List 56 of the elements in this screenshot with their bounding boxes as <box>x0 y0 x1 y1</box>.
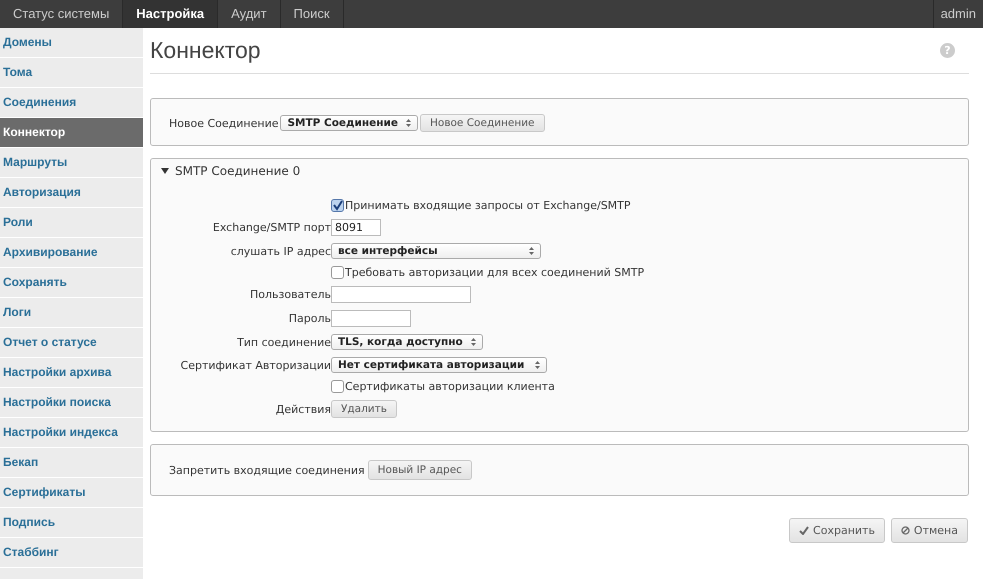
page-title: Коннектор <box>150 37 261 64</box>
field-label: Сертификат Авторизации <box>180 358 331 372</box>
dropdown[interactable]: TLS, когда доступно <box>331 334 483 350</box>
sidebar-item[interactable]: Бекап <box>0 448 143 478</box>
sidebar-item[interactable]: Настройки поиска <box>0 388 143 418</box>
sidebar-item[interactable]: Архивирование <box>0 238 143 268</box>
sidebar-item[interactable]: Подпись <box>0 508 143 538</box>
nav-tab[interactable]: Поиск <box>280 0 344 28</box>
sidebar-item[interactable]: Роли <box>0 208 143 238</box>
checkbox[interactable] <box>331 199 344 212</box>
nav-tab[interactable]: Настройка <box>123 0 218 28</box>
field-label: Тип соединение <box>237 336 331 348</box>
section-header[interactable]: SMTP Соединение 0 <box>151 159 968 183</box>
field-label: Действия <box>276 402 331 416</box>
input-field[interactable] <box>331 286 471 303</box>
sidebar-item[interactable]: Стаббинг <box>0 538 143 568</box>
dropdown[interactable]: все интерфейсы <box>331 243 541 259</box>
sidebar-item[interactable]: Маршруты <box>0 148 143 178</box>
dropdown[interactable]: Нет сертификата авторизации <box>331 357 547 373</box>
sidebar-item[interactable]: Логи <box>0 298 143 328</box>
checkbox[interactable] <box>331 266 344 279</box>
checkbox-label: Сертификаты авторизации клиента <box>345 380 555 393</box>
nav-tab[interactable]: Аудит <box>218 0 281 28</box>
sidebar-item[interactable]: Домены <box>0 28 143 58</box>
field-label: Пароль <box>288 312 331 325</box>
sidebar-item[interactable]: Настройки индекса <box>0 418 143 448</box>
sidebar-item[interactable]: Отчет о статусе <box>0 328 143 358</box>
checkbox-label: Требовать авторизации для всех соединений SMTP <box>345 266 644 279</box>
sort-arrows-icon <box>535 361 540 369</box>
dropdown[interactable]: SMTP Соединение <box>280 115 418 131</box>
input-field[interactable]: 8091 <box>331 219 381 236</box>
new-ip-button[interactable]: Новый IP адрес <box>368 460 472 480</box>
sidebar-item[interactable]: Тома <box>0 58 143 88</box>
checkbox[interactable] <box>331 380 344 393</box>
checkbox-label: Принимать входящие запросы от Exchange/SMTP <box>345 199 631 212</box>
field-label: слушать IP адрес <box>230 244 331 258</box>
input-field[interactable] <box>331 310 411 327</box>
delete-button[interactable]: Удалить <box>331 400 397 418</box>
sidebar-item[interactable]: Коннектор <box>0 118 143 148</box>
field-label: Новое Соединение <box>169 116 278 130</box>
sidebar-item[interactable]: Сохранять <box>0 268 143 298</box>
sort-arrows-icon <box>406 119 411 127</box>
cancel-icon <box>900 526 910 535</box>
sidebar-item[interactable]: Настройки архива <box>0 358 143 388</box>
check-icon <box>799 526 810 535</box>
new-connection-button[interactable]: Новое Соединение <box>420 114 545 132</box>
sort-arrows-icon <box>470 338 476 346</box>
sidebar-item[interactable]: Сертификаты <box>0 478 143 508</box>
field-label: Exchange/SMTP порт <box>212 221 331 234</box>
sort-arrows-icon <box>529 247 534 255</box>
save-button[interactable]: Сохранить <box>789 518 885 543</box>
field-label: Запретить входящие соединения <box>169 464 365 476</box>
sidebar-item[interactable]: Авторизация <box>0 178 143 208</box>
cancel-button[interactable]: Отмена <box>890 518 968 543</box>
field-label: Пользователь <box>250 288 331 301</box>
user-menu[interactable]: admin <box>932 0 983 28</box>
